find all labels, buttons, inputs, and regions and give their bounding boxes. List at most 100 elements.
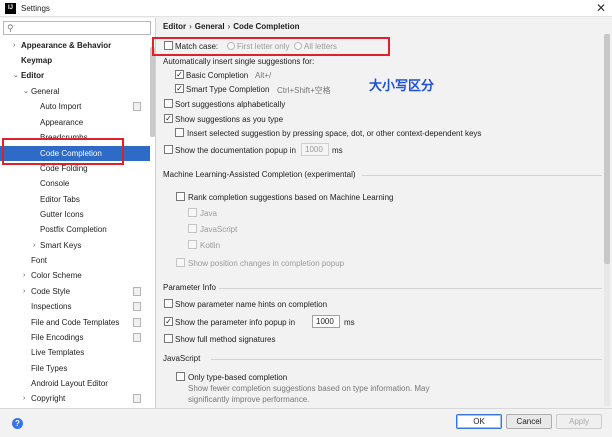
- close-icon[interactable]: ✕: [596, 0, 606, 17]
- sidebar-item-postfix-completion[interactable]: Postfix Completion: [0, 222, 150, 237]
- sidebar-item-appearance-behavior[interactable]: › Appearance & Behavior: [0, 38, 150, 53]
- basic-completion-shortcut: Alt+/: [255, 71, 272, 80]
- sidebar-item-label: Color Scheme: [31, 271, 82, 280]
- ml-javascript-checkbox[interactable]: [188, 224, 197, 233]
- sidebar-item-console[interactable]: Console: [0, 176, 150, 191]
- content-scrollbar[interactable]: [604, 34, 610, 406]
- project-settings-icon: [133, 102, 141, 111]
- annotation-text: 大小写区分: [369, 79, 435, 94]
- apply-button[interactable]: Apply: [556, 414, 602, 429]
- javascript-divider: [211, 359, 602, 360]
- window-title: Settings: [21, 4, 50, 13]
- type-based-description-1: Show fewer completion suggestions based …: [188, 384, 430, 393]
- basic-completion-checkbox[interactable]: ✓: [175, 70, 184, 79]
- insert-selected-checkbox[interactable]: [175, 128, 184, 137]
- content-scrollbar-thumb[interactable]: [604, 34, 610, 264]
- sidebar-item-code-style[interactable]: › Code Style: [0, 284, 150, 299]
- ml-show-position-checkbox[interactable]: [176, 258, 185, 267]
- sidebar-item-live-templates[interactable]: Live Templates: [0, 345, 150, 360]
- ml-java-checkbox[interactable]: [188, 208, 197, 217]
- full-signatures-checkbox[interactable]: [164, 334, 173, 343]
- sidebar-item-label: Gutter Icons: [40, 210, 84, 219]
- sidebar-item-label: Appearance: [40, 118, 84, 127]
- project-settings-icon: [133, 394, 141, 403]
- chevron-right-icon[interactable]: ›: [23, 268, 25, 283]
- sidebar-item-editor-tabs[interactable]: Editor Tabs: [0, 192, 150, 207]
- sidebar-item-label: File and Code Templates: [31, 318, 120, 327]
- chevron-down-icon[interactable]: ⌄: [23, 84, 29, 99]
- sidebar-item-label: File Encodings: [31, 333, 84, 342]
- ml-kotlin-checkbox[interactable]: [188, 240, 197, 249]
- sort-alphabetically-checkbox[interactable]: [164, 99, 173, 108]
- sidebar-item-label: Editor Tabs: [40, 195, 80, 204]
- type-based-label: Only type-based completion: [188, 373, 288, 382]
- chevron-right-icon[interactable]: ›: [23, 284, 25, 299]
- sidebar-item-label: Auto Import: [40, 102, 82, 111]
- ml-section-divider: [362, 175, 602, 176]
- full-signatures-label: Show full method signatures: [175, 335, 276, 344]
- help-icon[interactable]: ?: [12, 418, 23, 429]
- ml-show-position-label: Show position changes in completion popu…: [188, 259, 345, 268]
- sidebar-item-color-scheme[interactable]: › Color Scheme: [0, 268, 150, 283]
- breadcrumb: Editor › General › Code Completion: [163, 22, 299, 31]
- sidebar-item-label: Code Style: [31, 287, 71, 296]
- insert-selected-label: Insert selected suggestion by pressing s…: [187, 129, 482, 138]
- auto-insert-title: Automatically insert single suggestions …: [163, 57, 315, 66]
- sidebar-item-auto-import[interactable]: Auto Import: [0, 99, 150, 114]
- intellij-icon: IJ: [5, 3, 16, 14]
- sidebar-item-label: Inspections: [31, 302, 72, 311]
- sidebar-item-android-layout-editor[interactable]: Android Layout Editor: [0, 376, 150, 391]
- breadcrumb-code-completion: Code Completion: [233, 22, 300, 31]
- sidebar-item-label: Smart Keys: [40, 241, 82, 250]
- sidebar-item-gutter-icons[interactable]: Gutter Icons: [0, 207, 150, 222]
- sidebar-item-editor[interactable]: ⌄ Editor: [0, 68, 150, 83]
- basic-completion-label: Basic Completion: [186, 71, 249, 80]
- sidebar-item-inspections[interactable]: Inspections: [0, 299, 150, 314]
- project-settings-icon: [133, 318, 141, 327]
- sidebar-item-label: Copyright: [31, 394, 66, 403]
- doc-popup-checkbox[interactable]: [164, 145, 173, 154]
- chevron-right-icon[interactable]: ›: [23, 391, 25, 406]
- search-icon: ⚲: [7, 23, 14, 33]
- show-as-you-type-checkbox[interactable]: ✓: [164, 114, 173, 123]
- param-popup-label: Show the parameter info popup in: [175, 318, 296, 327]
- breadcrumb-separator: ›: [227, 22, 231, 31]
- dialog-button-bar: ? OK Cancel Apply: [0, 408, 612, 437]
- sidebar-item-font[interactable]: Font: [0, 253, 150, 268]
- sidebar-item-copyright[interactable]: › Copyright: [0, 391, 150, 406]
- sidebar-item-label: Android Layout Editor: [31, 379, 108, 388]
- search-input[interactable]: [20, 23, 148, 33]
- annotation-box-sidebar: [2, 138, 124, 165]
- chevron-down-icon[interactable]: ⌄: [13, 68, 19, 83]
- sidebar-item-file-types[interactable]: File Types: [0, 361, 150, 376]
- param-popup-delay-input[interactable]: 1000: [312, 315, 340, 328]
- sidebar-item-file-code-templates[interactable]: File and Code Templates: [0, 315, 150, 330]
- doc-popup-label: Show the documentation popup in: [175, 146, 296, 155]
- ml-java-label: Java: [200, 209, 217, 218]
- sidebar-item-file-encodings[interactable]: File Encodings: [0, 330, 150, 345]
- sidebar-item-label: Live Templates: [31, 348, 85, 357]
- smart-completion-shortcut: Ctrl+Shift+空格: [277, 86, 331, 95]
- ml-javascript-label: JavaScript: [200, 225, 238, 234]
- type-based-checkbox[interactable]: [176, 372, 185, 381]
- doc-popup-delay-input[interactable]: 1000: [301, 143, 329, 156]
- param-popup-checkbox[interactable]: ✓: [164, 317, 173, 326]
- sidebar-item-label: Editor: [21, 71, 45, 80]
- search-box[interactable]: ⚲: [3, 21, 151, 35]
- chevron-right-icon[interactable]: ›: [13, 38, 15, 53]
- ok-button[interactable]: OK: [456, 414, 502, 429]
- param-name-hints-checkbox[interactable]: [164, 299, 173, 308]
- sidebar-item-label: General: [31, 87, 60, 96]
- sidebar-item-label: Keymap: [21, 56, 53, 65]
- cancel-button[interactable]: Cancel: [506, 414, 552, 429]
- breadcrumb-editor: Editor: [163, 22, 187, 31]
- sidebar-item-general[interactable]: ⌄ General: [0, 84, 150, 99]
- sidebar-item-label: Appearance & Behavior: [21, 41, 112, 50]
- sidebar-item-smart-keys[interactable]: › Smart Keys: [0, 238, 150, 253]
- sidebar-item-keymap[interactable]: Keymap: [0, 53, 150, 68]
- smart-completion-checkbox[interactable]: ✓: [175, 84, 184, 93]
- rank-ml-checkbox[interactable]: [176, 192, 185, 201]
- sidebar-item-appearance[interactable]: Appearance: [0, 115, 150, 130]
- sidebar-scrollbar[interactable]: [150, 47, 155, 137]
- chevron-right-icon[interactable]: ›: [33, 238, 35, 253]
